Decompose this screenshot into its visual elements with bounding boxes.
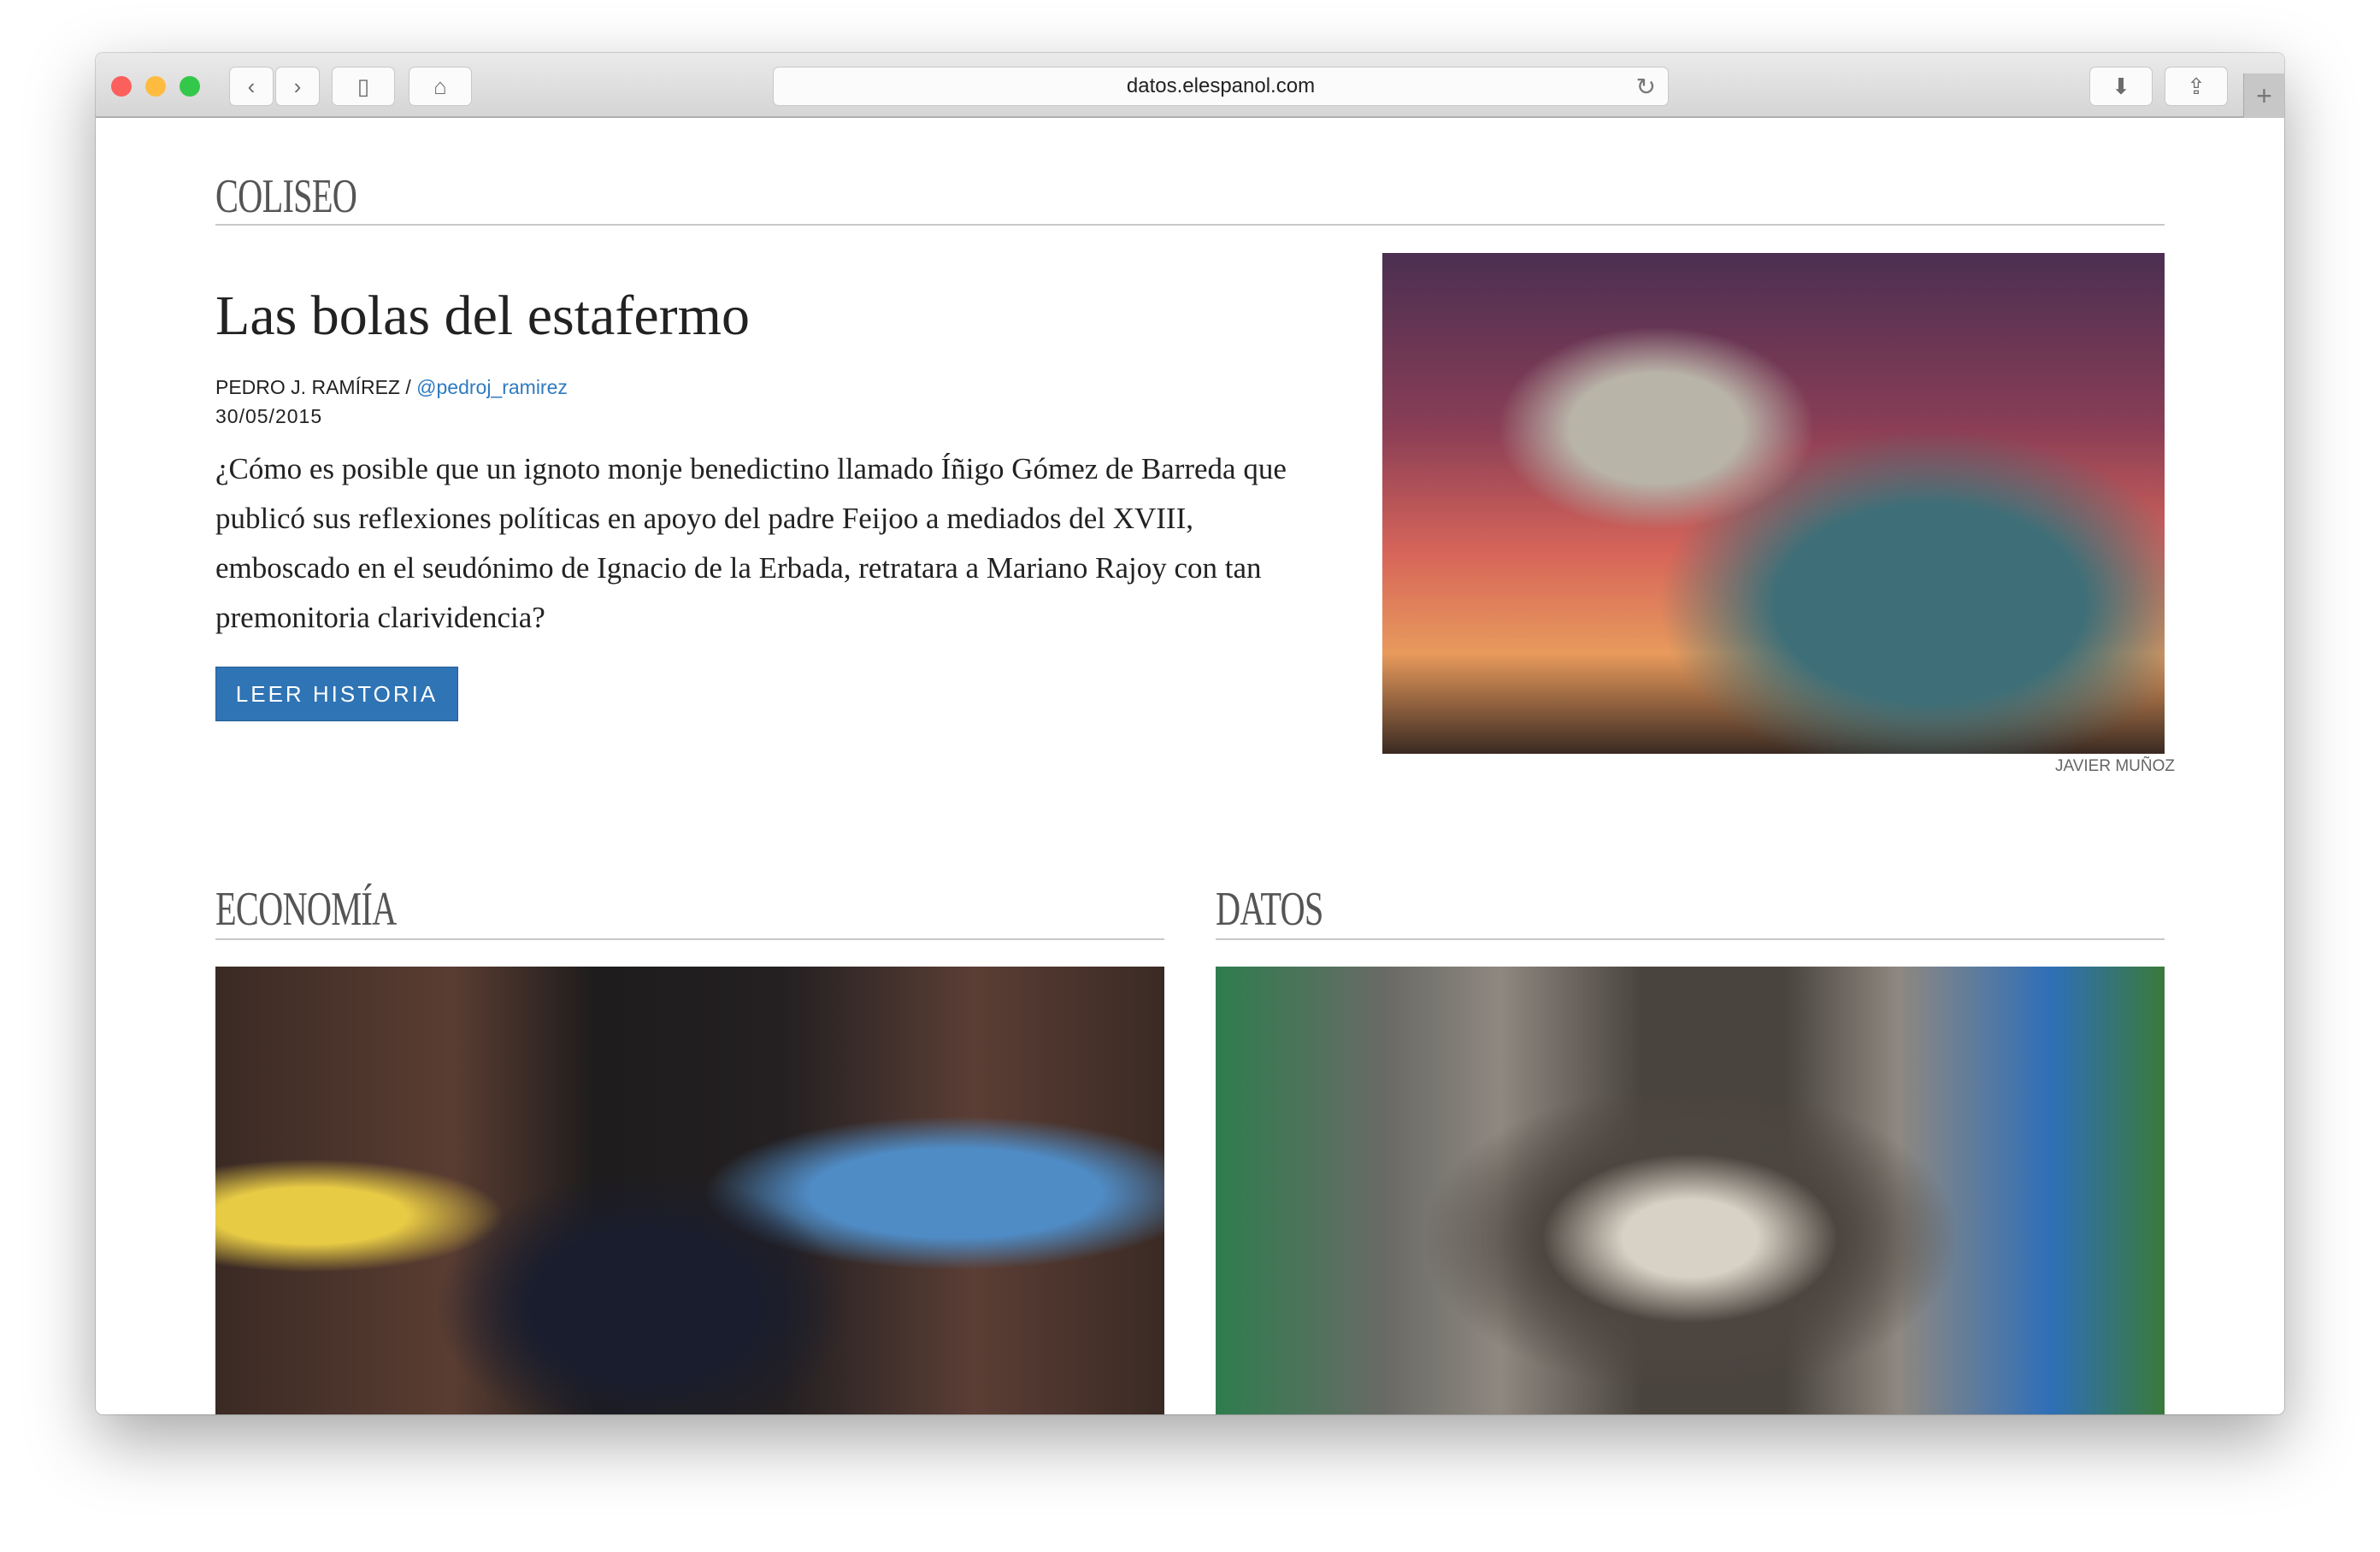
minimize-button[interactable] — [145, 76, 166, 97]
plus-icon: + — [2256, 79, 2272, 111]
back-button[interactable]: ‹ — [229, 67, 274, 106]
byline-separator: / — [399, 376, 417, 398]
zoom-button[interactable] — [180, 76, 200, 97]
article-date: 30/05/2015 — [215, 405, 323, 427]
article-photo[interactable] — [1382, 253, 2165, 754]
home-button[interactable]: ⌂ — [409, 67, 472, 106]
article-lede: ¿Cómo es posible que un ignoto monje ben… — [215, 452, 1287, 634]
read-story-button[interactable]: LEER HISTORIA — [215, 667, 458, 721]
section-heading-economia[interactable]: ECONOMÍA — [215, 882, 397, 937]
photo-credit: JAVIER MUÑOZ — [2054, 757, 2175, 775]
section-heading-datos[interactable]: DATOS — [1216, 882, 1323, 937]
chevron-left-icon: ‹ — [247, 73, 256, 99]
datos-photo[interactable] — [1216, 967, 2165, 1414]
reload-icon[interactable]: ↻ — [1636, 73, 1656, 101]
url-text: datos.elespanol.com — [1126, 74, 1316, 97]
divider — [1216, 938, 2165, 940]
section-heading-coliseo[interactable]: COLISEO — [215, 169, 357, 224]
address-bar[interactable]: datos.elespanol.com ↻ — [773, 67, 1669, 106]
author-name: PEDRO J. RAMÍREZ — [215, 376, 400, 398]
author-twitter-link[interactable]: @pedroj_ramirez — [416, 376, 568, 398]
chevron-right-icon: › — [293, 73, 302, 99]
sidebar-icon: ▯ — [356, 73, 370, 99]
download-icon: ⬇ — [2112, 73, 2130, 99]
close-button[interactable] — [111, 76, 132, 97]
browser-window: ‹ › ▯ ⌂ datos.elespanol.com ↻ ⬇ ⇪ + COLIS… — [96, 53, 2284, 1414]
forward-button[interactable]: › — [275, 67, 320, 106]
share-icon: ⇪ — [2187, 73, 2206, 99]
byline: PEDRO J. RAMÍREZ / @pedroj_ramirez — [215, 376, 568, 399]
divider — [215, 938, 1164, 940]
share-button[interactable]: ⇪ — [2165, 67, 2228, 106]
browser-toolbar: ‹ › ▯ ⌂ datos.elespanol.com ↻ ⬇ ⇪ + — [96, 53, 2284, 118]
article-title[interactable]: Las bolas del estafermo — [215, 284, 750, 349]
downloads-button[interactable]: ⬇ — [2089, 67, 2153, 106]
new-tab-button[interactable]: + — [2243, 73, 2284, 118]
home-icon: ⌂ — [433, 73, 447, 99]
economia-photo[interactable] — [215, 967, 1164, 1414]
divider — [215, 224, 2165, 226]
sidebar-button[interactable]: ▯ — [332, 67, 395, 106]
